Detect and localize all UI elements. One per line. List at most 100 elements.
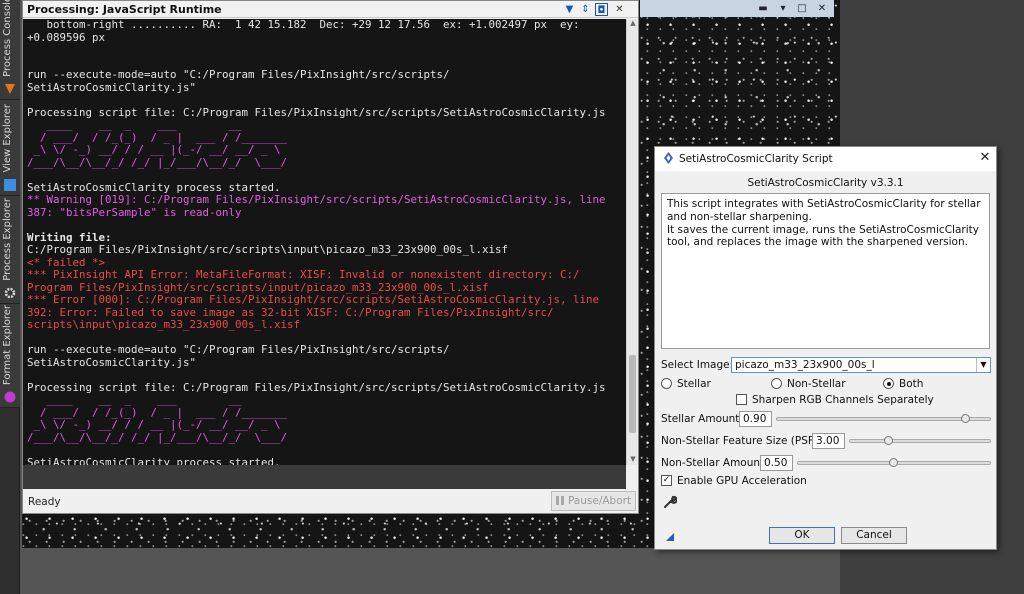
left-dock-sidebar: Process Console View Explorer Process Ex… <box>0 0 20 594</box>
dialog-titlebar[interactable]: SetiAstroCosmicClarity Script ✕ <box>655 147 996 171</box>
console-line: SetiAstroCosmicClarity.js" <box>27 355 197 369</box>
float-icon[interactable]: ◘ <box>595 3 608 16</box>
console-output[interactable]: bottom-right .......... RA: 1 42 15.182 … <box>23 19 626 465</box>
radio-stellar-label[interactable]: Stellar <box>677 378 711 390</box>
chevron-down-icon: ▼ <box>976 358 990 372</box>
pixinsight-icon <box>664 152 673 164</box>
console-titlebar[interactable]: Processing: JavaScript Runtime ▼ ⇕ ◘ ✕ <box>23 1 638 18</box>
select-image-dropdown[interactable]: picazo_m33_23x900_00s_l ▼ <box>731 357 991 373</box>
pin-icon[interactable]: ⇕ <box>579 3 592 16</box>
stellar-amount-slider-handle[interactable] <box>961 414 970 423</box>
new-instance-icon[interactable] <box>666 533 674 541</box>
tab-label: Process Console <box>2 0 13 77</box>
tab-label: Format Explorer <box>2 304 13 385</box>
console-line: run --execute-mode=auto "C:/Program File… <box>27 68 450 81</box>
dialog-title: SetiAstroCosmicClarity Script <box>679 153 833 165</box>
pause-icon <box>555 496 564 505</box>
console-line: *** PixInsight API Error: MetaFileFormat… <box>27 268 580 281</box>
radio-stellar[interactable] <box>661 378 672 389</box>
maximize-icon[interactable]: □ <box>795 2 809 15</box>
psf-label: Non-Stellar Feature Size (PSF): <box>661 435 822 447</box>
console-line: /___/\__/\__/_/ /_/ |_/___/\__/_/ \___/ <box>27 155 288 169</box>
nonstellar-amount-slider-handle[interactable] <box>889 458 898 467</box>
status-text: Ready <box>28 496 61 508</box>
console-line: +0.089596 px <box>27 30 106 44</box>
psf-field[interactable]: 3.00 <box>812 433 845 449</box>
tab-process-console[interactable]: Process Console <box>0 0 20 100</box>
shade-icon[interactable]: ▬ <box>756 2 770 15</box>
stellar-amount-label: Stellar Amount: <box>661 413 743 425</box>
console-line: scripts\input\picazo_m33_23x900_00s_l.xi… <box>27 318 301 331</box>
view-icon <box>4 179 16 191</box>
cancel-button[interactable]: Cancel <box>841 527 907 544</box>
select-image-label: Select Image: <box>661 359 734 371</box>
version-label: SetiAstroCosmicClarity v3.3.1 <box>747 177 904 189</box>
tab-label: Process Explorer <box>2 198 13 281</box>
description-line: tool, and replaces the image with the sh… <box>667 236 968 249</box>
radio-both-label[interactable]: Both <box>899 378 923 390</box>
close-icon[interactable]: ✕ <box>815 2 829 15</box>
console-line: ____ __ _ ___ __ <box>27 118 242 131</box>
psf-slider[interactable] <box>849 439 991 443</box>
scroll-thumb[interactable] <box>629 355 636 433</box>
console-line: *** Error [000]: C:/Program Files/PixIns… <box>27 293 600 306</box>
console-line: bottom-right .......... RA: 1 42 15.182 … <box>27 19 580 31</box>
console-line: run --execute-mode=auto "C:/Program File… <box>27 343 450 356</box>
radio-both[interactable] <box>883 378 894 389</box>
tab-process-explorer[interactable]: Process Explorer <box>0 196 20 304</box>
console-line: ** Warning [019]: C:/Program Files/PixIn… <box>27 193 606 206</box>
console-line: SetiAstroCosmicClarity.js" <box>27 80 197 94</box>
tab-label: View Explorer <box>2 104 13 173</box>
iconize-icon[interactable]: ▾ <box>776 2 790 15</box>
gpu-checkbox[interactable]: ✓ <box>661 475 672 486</box>
console-line: SetiAstroCosmicClarity process started. <box>27 455 281 465</box>
console-status-bar: Ready Pause/Abort <box>23 489 638 513</box>
ok-button[interactable]: OK <box>769 527 835 544</box>
image-window-titlebar[interactable]: ▬ ▾ □ ✕ <box>640 0 834 17</box>
radio-non-stellar-label[interactable]: Non-Stellar <box>787 378 846 390</box>
process-console-window: Processing: JavaScript Runtime ▼ ⇕ ◘ ✕ b… <box>22 0 639 514</box>
sharpen-rgb-checkbox[interactable] <box>736 394 747 405</box>
close-icon[interactable]: ✕ <box>977 150 993 166</box>
console-horizontal-area <box>23 465 626 489</box>
tab-format-explorer[interactable]: Format Explorer <box>0 304 20 408</box>
console-icon <box>5 84 15 94</box>
gear-icon <box>4 287 16 299</box>
tab-view-explorer[interactable]: View Explorer <box>0 100 20 196</box>
sharpen-rgb-label[interactable]: Sharpen RGB Channels Separately <box>752 394 934 406</box>
format-icon <box>4 391 16 403</box>
console-line: _\ \/ -_) __/ / / __ |(_-/ __/ __/ _ \ <box>27 418 281 431</box>
stellar-amount-slider[interactable] <box>776 417 991 421</box>
radio-non-stellar[interactable] <box>771 378 782 389</box>
nonstellar-amount-label: Non-Stellar Amount: <box>661 457 768 469</box>
console-scrollbar[interactable]: ▲ ▼ <box>626 19 638 465</box>
console-line: ____ __ _ ___ __ <box>27 393 242 406</box>
scroll-down-icon[interactable]: ▼ <box>628 455 638 465</box>
console-line: 387: "bitsPerSample" is read-only <box>27 205 242 219</box>
select-image-value: picazo_m33_23x900_00s_l <box>735 359 875 371</box>
description-box: This script integrates with SetiAstroCos… <box>661 193 990 349</box>
gpu-label[interactable]: Enable GPU Acceleration <box>677 475 807 487</box>
cosmic-clarity-dialog: SetiAstroCosmicClarity Script ✕ SetiAstr… <box>654 146 997 550</box>
description-line: and non-stellar sharpening. <box>667 210 812 223</box>
console-line: /___/\__/\__/_/ /_/ |_/___/\__/_/ \___/ <box>27 430 288 444</box>
console-line: C:/Program Files/PixInsight/src/scripts\… <box>27 243 509 256</box>
nonstellar-amount-field[interactable]: 0.50 <box>760 455 793 471</box>
stellar-amount-field[interactable]: 0.90 <box>739 411 772 427</box>
close-icon[interactable]: ✕ <box>613 3 626 16</box>
wrench-icon[interactable] <box>663 495 677 509</box>
pause-abort-button[interactable]: Pause/Abort <box>551 491 636 511</box>
pause-label: Pause/Abort <box>567 495 632 507</box>
scroll-up-icon[interactable]: ▲ <box>628 19 638 29</box>
description-line: This script integrates with SetiAstroCos… <box>667 198 981 210</box>
description-line: It saves the current image, runs the Set… <box>667 223 979 236</box>
shade-icon[interactable]: ▼ <box>563 3 576 16</box>
psf-slider-handle[interactable] <box>884 436 893 445</box>
console-title: Processing: JavaScript Runtime <box>27 3 222 16</box>
